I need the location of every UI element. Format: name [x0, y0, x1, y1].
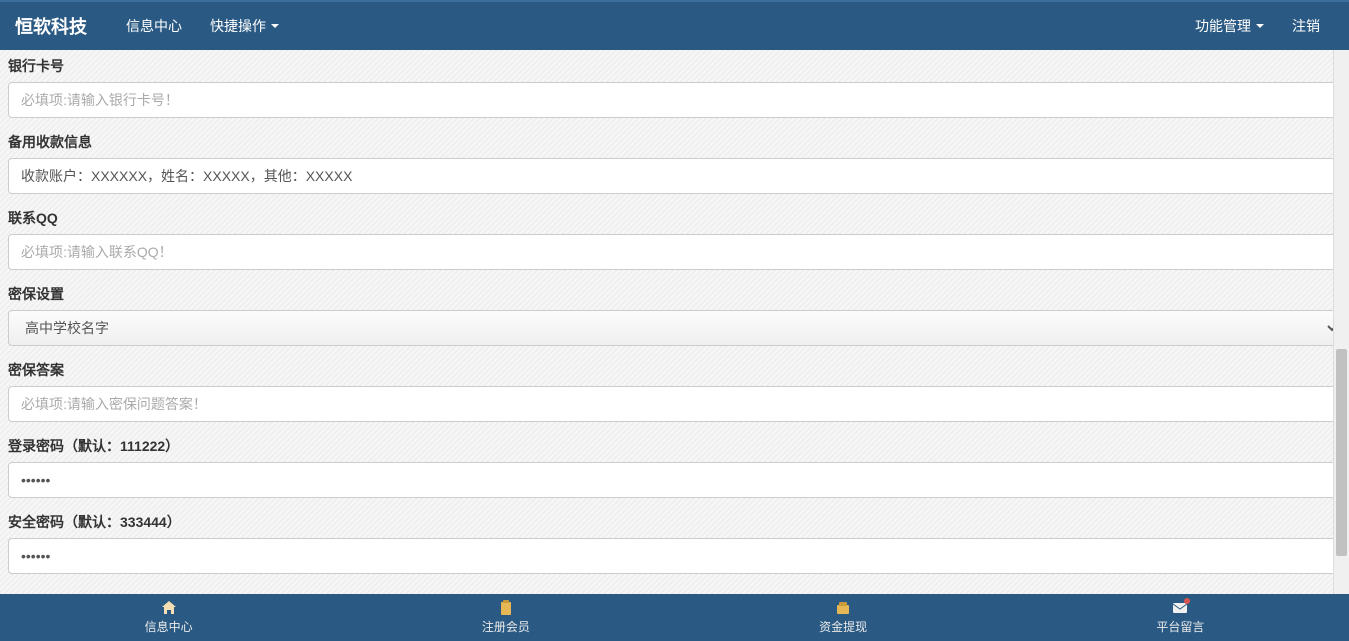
nav-left: 信息中心 快捷操作 — [112, 1, 293, 51]
bottom-info-center[interactable]: 信息中心 — [0, 594, 337, 641]
input-login-password[interactable] — [8, 462, 1341, 498]
top-navbar: 恒软科技 信息中心 快捷操作 功能管理 注销 — [0, 0, 1349, 50]
input-qq[interactable] — [8, 234, 1341, 270]
notification-badge — [1184, 598, 1190, 604]
bottom-item-label: 注册会员 — [482, 618, 530, 635]
label-backup-pay: 备用收款信息 — [8, 132, 1341, 152]
field-qq: 联系QQ — [8, 208, 1341, 270]
field-security-answer: 密保答案 — [8, 360, 1341, 422]
input-bank-card[interactable] — [8, 82, 1341, 118]
label-login-password: 登录密码（默认：111222） — [8, 436, 1341, 456]
brand-title[interactable]: 恒软科技 — [15, 13, 112, 39]
bottom-withdraw[interactable]: 资金提现 — [675, 594, 1012, 641]
label-security-answer: 密保答案 — [8, 360, 1341, 380]
bottom-item-label: 信息中心 — [145, 618, 193, 635]
nav-function-mgmt[interactable]: 功能管理 — [1181, 1, 1278, 51]
label-security-question: 密保设置 — [8, 284, 1341, 304]
bottom-register-member[interactable]: 注册会员 — [337, 594, 674, 641]
scrollbar-thumb[interactable] — [1336, 349, 1347, 556]
field-security-question: 密保设置 高中学校名字 — [8, 284, 1341, 346]
nav-info-center[interactable]: 信息中心 — [112, 1, 196, 51]
form-content: 银行卡号 备用收款信息 联系QQ 密保设置 高中学校名字 密保答案 登录密码（默… — [0, 50, 1349, 594]
nav-quick-ops[interactable]: 快捷操作 — [196, 1, 293, 51]
input-backup-pay[interactable] — [8, 158, 1341, 194]
chevron-down-icon — [271, 24, 279, 28]
bottom-message[interactable]: 平台留言 — [1012, 594, 1349, 641]
scrollbar-track[interactable] — [1333, 50, 1349, 594]
wallet-icon — [835, 600, 851, 616]
chevron-down-icon — [1256, 24, 1264, 28]
clipboard-icon — [498, 600, 514, 616]
label-bank-card: 银行卡号 — [8, 56, 1341, 76]
bottom-navbar: 信息中心 注册会员 资金提现 平台留言 — [0, 594, 1349, 641]
field-bank-card: 银行卡号 — [8, 56, 1341, 118]
bottom-item-label: 资金提现 — [819, 618, 867, 635]
input-safe-password[interactable] — [8, 538, 1341, 574]
field-safe-password: 安全密码（默认：333444） — [8, 512, 1341, 574]
nav-logout[interactable]: 注销 — [1278, 1, 1334, 51]
nav-item-label: 注销 — [1292, 16, 1320, 36]
label-qq: 联系QQ — [8, 208, 1341, 228]
home-icon — [161, 600, 177, 616]
select-security-question[interactable]: 高中学校名字 — [8, 310, 1341, 346]
field-login-password: 登录密码（默认：111222） — [8, 436, 1341, 498]
nav-item-label: 功能管理 — [1195, 16, 1251, 36]
input-security-answer[interactable] — [8, 386, 1341, 422]
nav-item-label: 快捷操作 — [210, 16, 266, 36]
field-backup-pay: 备用收款信息 — [8, 132, 1341, 194]
label-safe-password: 安全密码（默认：333444） — [8, 512, 1341, 532]
nav-right: 功能管理 注销 — [1181, 1, 1334, 51]
nav-item-label: 信息中心 — [126, 16, 182, 36]
bottom-item-label: 平台留言 — [1156, 618, 1204, 635]
